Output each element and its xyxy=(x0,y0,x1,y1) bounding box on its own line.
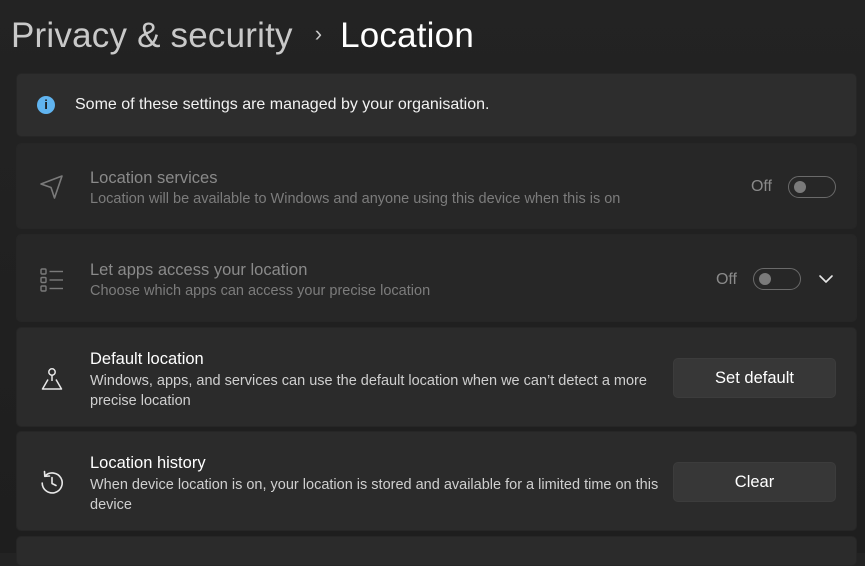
apps-location-access-description: Choose which apps can access your precis… xyxy=(90,283,431,299)
location-services-description: Location will be available to Windows an… xyxy=(90,191,621,207)
info-icon: i xyxy=(37,96,55,114)
clear-history-button[interactable]: Clear xyxy=(673,462,836,502)
set-default-button[interactable]: Set default xyxy=(673,358,836,398)
breadcrumb-parent-privacy-security[interactable]: Privacy & security xyxy=(11,16,293,56)
app-list-icon xyxy=(40,268,63,292)
default-location-pin-icon xyxy=(41,368,63,390)
location-services-title: Location services xyxy=(90,169,218,187)
breadcrumb: Privacy & security › Location xyxy=(11,12,474,60)
notice-text: Some of these settings are managed by yo… xyxy=(75,96,490,113)
chevron-down-icon[interactable] xyxy=(817,270,835,288)
apps-location-access-toggle[interactable] xyxy=(753,268,801,290)
default-location-title: Default location xyxy=(90,350,204,368)
location-services-state-label: Off xyxy=(750,178,772,195)
location-history-setting: Location history When device location is… xyxy=(16,431,857,531)
breadcrumb-separator-icon: › xyxy=(314,21,323,46)
location-services-setting: Location services Location will be avail… xyxy=(16,143,857,229)
location-history-description: When device location is on, your locatio… xyxy=(90,477,659,513)
apps-location-access-setting: Let apps access your location Choose whi… xyxy=(16,234,857,322)
default-location-setting: Default location Windows, apps, and serv… xyxy=(16,327,857,427)
page-title: Location xyxy=(340,16,474,55)
toggle-knob xyxy=(759,273,771,285)
default-location-description: Windows, apps, and services can use the … xyxy=(90,373,647,409)
history-icon xyxy=(41,470,63,494)
apps-location-access-title: Let apps access your location xyxy=(90,261,308,279)
location-services-toggle[interactable] xyxy=(788,176,836,198)
location-arrow-icon xyxy=(40,175,63,199)
toggle-knob xyxy=(794,181,806,193)
apps-location-access-state-label: Off xyxy=(715,271,737,288)
managed-by-organisation-notice: i Some of these settings are managed by … xyxy=(16,73,857,137)
next-setting-card xyxy=(16,536,857,566)
location-history-title: Location history xyxy=(90,454,206,472)
